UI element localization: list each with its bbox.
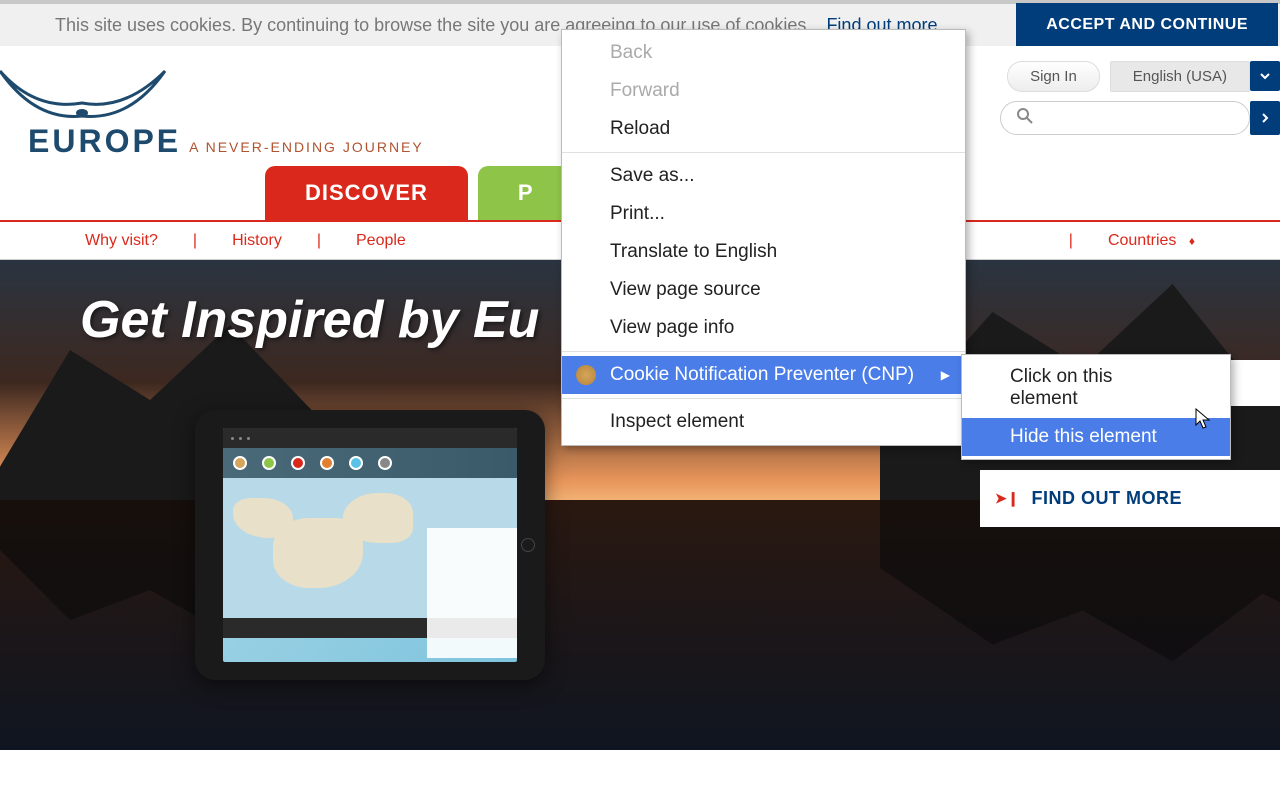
context-print[interactable]: Print... [562,195,965,233]
submenu-hide-element[interactable]: Hide this element [962,418,1230,456]
logo-text: EUROPE [28,123,181,160]
accept-cookies-button[interactable]: ACCEPT AND CONTINUE [1016,3,1278,47]
sign-in-button[interactable]: Sign In [1007,61,1100,92]
context-translate[interactable]: Translate to English [562,233,965,271]
context-separator [562,398,965,399]
subnav-why-visit[interactable]: Why visit? [50,232,193,250]
context-reload[interactable]: Reload [562,110,965,148]
context-view-page-info[interactable]: View page info [562,309,965,347]
search-input[interactable] [1000,101,1250,135]
tablet-screen [223,428,517,662]
language-dropdown-arrow-icon[interactable] [1250,61,1280,91]
submenu-arrow-icon: ▶ [941,368,950,382]
countries-label: Countries [1108,232,1176,249]
context-cnp-submenu[interactable]: Cookie Notification Preventer (CNP) ▶ [562,356,965,394]
search-icon [1016,107,1034,130]
subnav-history[interactable]: History [197,232,317,250]
find-out-more-button[interactable]: ➤❙ FIND OUT MORE [980,470,1280,527]
tablet-map [223,478,517,618]
subnav-countries[interactable]: Countries ♦ [1073,232,1230,250]
tablet-sidebar [427,528,517,658]
hero-water-reflection [0,500,1280,750]
context-save-as[interactable]: Save as... [562,157,965,195]
logo-tagline: A NEVER-ENDING JOURNEY [189,139,424,155]
find-out-more-label: FIND OUT MORE [1031,488,1182,509]
cookie-icon [576,365,596,385]
header-top-right: Sign In English (USA) [1007,61,1280,92]
tablet-timeline [223,448,517,478]
cnp-label: Cookie Notification Preventer (CNP) [610,364,914,385]
search-submit-button[interactable] [1250,101,1280,135]
context-separator [562,351,965,352]
search-area [1000,101,1280,135]
context-separator [562,152,965,153]
subnav-right: | Countries ♦ [1069,232,1230,250]
countries-sort-icon: ♦ [1189,234,1195,248]
tablet-home-button-icon [521,538,535,552]
chevron-right-icon [1258,111,1272,125]
language-selector[interactable]: English (USA) [1110,61,1250,92]
tablet-statusbar [223,428,517,448]
context-back: Back [562,34,965,72]
logo-wing-icon [0,61,170,131]
hero-title: Get Inspired by Eu [80,290,539,350]
tab-discover[interactable]: DISCOVER [265,166,468,220]
mouse-cursor-icon [1195,408,1213,432]
context-forward: Forward [562,72,965,110]
tablet-mockup [195,410,545,680]
subnav-people[interactable]: People [321,232,441,250]
context-view-source[interactable]: View page source [562,271,965,309]
cnp-submenu: Click on this element Hide this element [961,354,1231,460]
arrow-right-icon: ➤❙ [995,490,1019,507]
context-inspect-element[interactable]: Inspect element [562,403,965,441]
browser-context-menu: Back Forward Reload Save as... Print... … [561,29,966,446]
submenu-click-element[interactable]: Click on this element [962,358,1230,418]
